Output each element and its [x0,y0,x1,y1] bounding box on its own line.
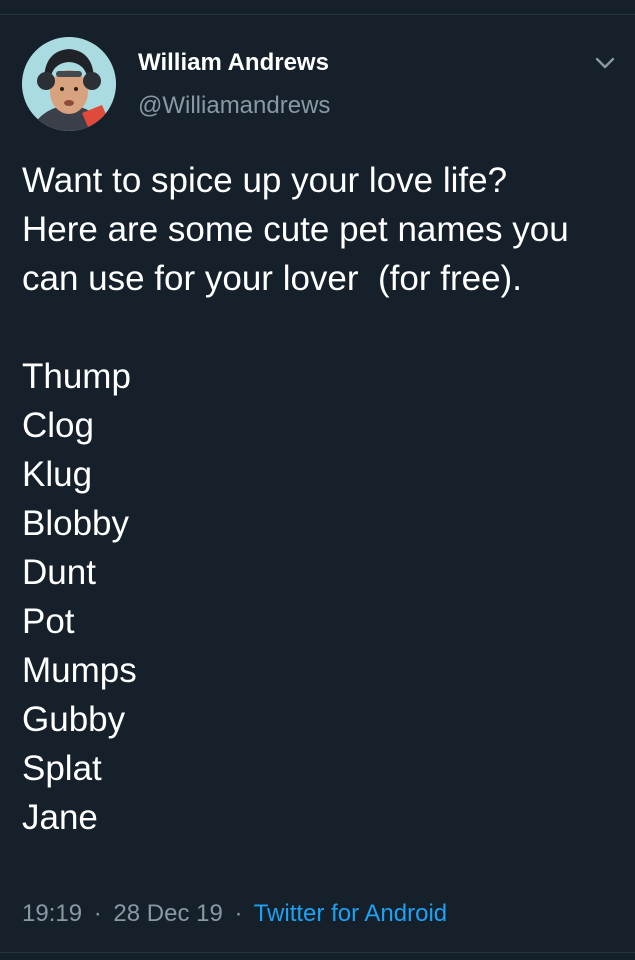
tweet-date[interactable]: 28 Dec 19 [113,900,222,927]
list-item: Pot [22,602,75,641]
tweet-time[interactable]: 19:19 [22,900,82,927]
chevron-down-icon[interactable] [590,52,620,74]
tweet-source-link[interactable]: Twitter for Android [254,900,447,927]
meta-separator: · [234,900,243,927]
list-item: Gubby [22,700,126,739]
top-divider [0,14,635,15]
list-item: Dunt [22,553,96,592]
tweet-metadata: 19:19 · 28 Dec 19 · Twitter for Android [22,900,447,928]
pet-name-list: Thump Clog Klug Blobby Dunt Pot Mumps Gu… [22,352,612,842]
list-item: Klug [22,455,93,494]
tweet-text: Want to spice up your love life? Here ar… [22,156,612,842]
author-handle[interactable]: @Williamandrews [138,92,330,120]
avatar[interactable] [22,37,116,131]
author-display-name[interactable]: William Andrews [138,49,329,77]
list-item: Mumps [22,651,137,690]
list-item: Splat [22,749,102,788]
tweet-intro: Want to spice up your love life? Here ar… [22,161,579,298]
bottom-divider [0,952,635,953]
list-item: Jane [22,798,98,837]
meta-separator: · [93,900,102,927]
list-item: Clog [22,406,94,445]
avatar-image [22,37,116,131]
list-item: Blobby [22,504,130,543]
list-item: Thump [22,357,131,396]
